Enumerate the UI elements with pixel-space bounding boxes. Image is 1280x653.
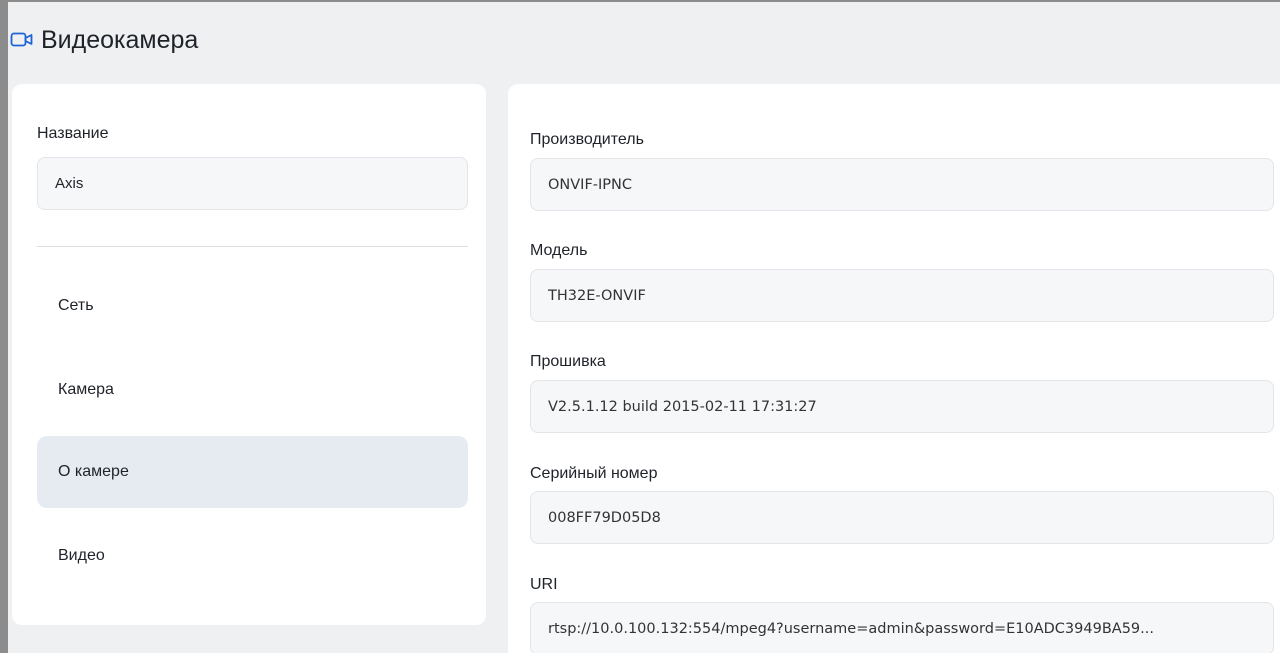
firmware-field[interactable]: V2.5.1.12 build 2015-02-11 17:31:27	[530, 380, 1274, 433]
camera-info-panel: Производитель ONVIF-IPNC Модель TH32E-ON…	[508, 84, 1280, 653]
name-input-value: Axis	[55, 175, 84, 192]
sidebar-item-video[interactable]: Видео	[37, 520, 468, 592]
page-title: Видеокамера	[41, 26, 199, 54]
app-frame: Видеокамера Название Axis Сеть Камера О …	[0, 0, 1280, 653]
sidebar-item-about-camera[interactable]: О камере	[37, 436, 468, 508]
uri-value: rtsp://10.0.100.132:554/mpeg4?username=a…	[548, 620, 1154, 637]
sidebar-divider	[37, 246, 468, 247]
name-label: Название	[37, 125, 109, 142]
sidebar-item-label: Сеть	[58, 297, 94, 314]
firmware-value: V2.5.1.12 build 2015-02-11 17:31:27	[548, 398, 817, 415]
settings-sidebar: Название Axis Сеть Камера О камере Видео	[12, 84, 486, 625]
uri-label: URI	[530, 576, 558, 593]
manufacturer-label: Производитель	[530, 131, 644, 148]
page-header: Видеокамера	[8, 2, 1280, 84]
model-value: TH32E-ONVIF	[548, 287, 646, 304]
manufacturer-value: ONVIF-IPNC	[548, 176, 633, 193]
manufacturer-field[interactable]: ONVIF-IPNC	[530, 158, 1274, 211]
model-field[interactable]: TH32E-ONVIF	[530, 269, 1274, 322]
serial-number-field[interactable]: 008FF79D05D8	[530, 491, 1274, 544]
uri-field[interactable]: rtsp://10.0.100.132:554/mpeg4?username=a…	[530, 602, 1274, 653]
sidebar-item-label: Камера	[58, 381, 114, 398]
serial-number-label: Серийный номер	[530, 465, 658, 482]
sidebar-item-network[interactable]: Сеть	[37, 270, 468, 342]
serial-number-value: 008FF79D05D8	[548, 509, 661, 526]
firmware-label: Прошивка	[530, 353, 606, 370]
video-camera-icon	[10, 30, 34, 50]
name-input[interactable]: Axis	[37, 157, 468, 210]
sidebar-item-label: О камере	[58, 463, 129, 480]
sidebar-item-camera[interactable]: Камера	[37, 354, 468, 426]
model-label: Модель	[530, 242, 588, 259]
sidebar-item-label: Видео	[58, 547, 105, 564]
